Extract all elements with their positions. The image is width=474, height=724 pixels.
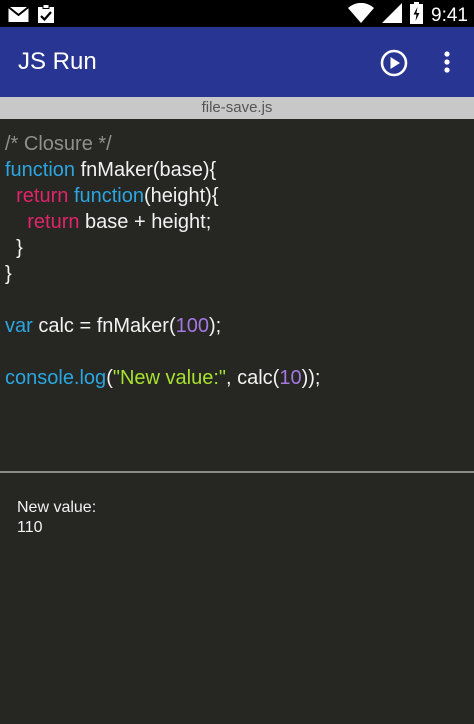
file-name-tab[interactable]: file-save.js — [0, 97, 474, 119]
mail-icon — [7, 5, 30, 28]
play-icon — [380, 49, 408, 77]
code-token-plain: } — [5, 263, 12, 285]
code-token-keyword: function — [5, 159, 76, 181]
code-text: /* Closure */function fnMaker(base){ ret… — [5, 131, 320, 391]
code-token-plain: } — [5, 237, 23, 259]
code-line: return base + height; — [5, 209, 320, 235]
code-token-keyword: console.log — [5, 367, 107, 389]
code-token-plain: ); — [209, 315, 222, 337]
app-title: JS Run — [18, 48, 97, 75]
code-line: console.log("New value:", calc(10)); — [5, 365, 320, 391]
signal-icon — [382, 3, 403, 28]
code-token-plain: ( — [106, 367, 113, 389]
output-line: New value: — [17, 499, 97, 516]
code-token-number: 10 — [279, 367, 302, 389]
output-text: New value: 110 — [17, 498, 96, 538]
code-token-plain: (height){ — [144, 185, 219, 207]
code-token-return: return — [16, 185, 69, 207]
code-token-return: return — [27, 211, 80, 233]
code-line: } — [5, 261, 320, 287]
battery-icon — [410, 2, 424, 29]
code-token-comment: /* Closure */ — [5, 133, 112, 155]
code-line: return function(height){ — [5, 183, 320, 209]
status-time: 9:41 — [431, 4, 468, 26]
code-line: function fnMaker(base){ — [5, 157, 320, 183]
code-line: } — [5, 235, 320, 261]
code-token-keyword: function — [73, 185, 144, 207]
status-bar: 9:41 — [0, 0, 474, 27]
code-line: var calc = fnMaker(100); — [5, 313, 320, 339]
output-line: 110 — [17, 519, 43, 536]
output-console: New value: 110 — [0, 473, 474, 724]
code-token-keyword: var — [5, 315, 33, 337]
code-token-plain: fnMaker(base){ — [75, 159, 217, 181]
code-token-plain: base + height; — [79, 211, 212, 233]
clipboard-icon — [37, 4, 55, 29]
code-token-string: "New value:" — [112, 367, 226, 389]
code-token-plain: , calc( — [226, 367, 280, 389]
code-token-plain: )); — [301, 367, 321, 389]
more-vert-icon — [444, 51, 450, 73]
code-line: /* Closure */ — [5, 131, 320, 157]
wifi-icon — [348, 2, 375, 28]
code-token-plain: calc = fnMaker( — [32, 315, 176, 337]
run-button[interactable] — [379, 48, 409, 78]
overflow-menu-button[interactable] — [438, 49, 456, 75]
code-token-number: 100 — [175, 315, 209, 337]
app-bar: JS Run — [0, 27, 474, 97]
code-editor[interactable]: /* Closure */function fnMaker(base){ ret… — [0, 119, 474, 471]
